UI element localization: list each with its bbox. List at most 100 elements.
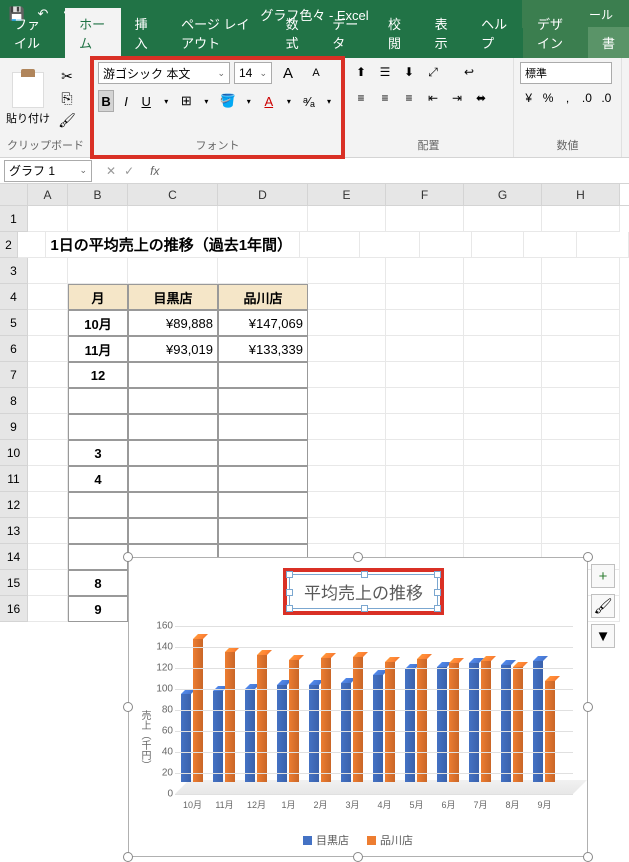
cell[interactable] bbox=[218, 388, 308, 414]
col-header[interactable]: F bbox=[386, 184, 464, 205]
cell[interactable] bbox=[218, 518, 308, 544]
bar[interactable] bbox=[533, 661, 543, 782]
cell[interactable] bbox=[218, 492, 308, 518]
col-header[interactable]: C bbox=[128, 184, 218, 205]
cell[interactable] bbox=[464, 414, 542, 440]
cell[interactable] bbox=[386, 258, 464, 284]
tab-page-layout[interactable]: ページ レイアウト bbox=[167, 8, 272, 58]
name-box[interactable]: グラフ 1 ⌄ bbox=[4, 160, 92, 182]
cell[interactable] bbox=[386, 518, 464, 544]
cell[interactable] bbox=[464, 336, 542, 362]
currency-icon[interactable]: ¥ bbox=[520, 88, 537, 108]
cell[interactable] bbox=[542, 258, 620, 284]
cell[interactable] bbox=[308, 284, 386, 310]
cell[interactable] bbox=[128, 466, 218, 492]
cell[interactable]: ¥133,339 bbox=[218, 336, 308, 362]
cell[interactable] bbox=[472, 232, 524, 258]
row-header[interactable]: 13 bbox=[0, 518, 28, 544]
bar[interactable] bbox=[373, 675, 383, 782]
resize-handle[interactable] bbox=[583, 702, 593, 712]
title-handle[interactable] bbox=[434, 605, 441, 612]
enter-formula-icon[interactable]: ✓ bbox=[124, 164, 134, 178]
cell[interactable] bbox=[542, 440, 620, 466]
cell[interactable] bbox=[464, 310, 542, 336]
bar[interactable] bbox=[257, 655, 267, 782]
cell[interactable] bbox=[28, 518, 68, 544]
plot-area[interactable] bbox=[175, 626, 573, 794]
legend-item[interactable]: 品川店 bbox=[367, 832, 413, 848]
cell[interactable]: 10月 bbox=[68, 310, 128, 336]
row-header[interactable]: 3 bbox=[0, 258, 28, 284]
col-header[interactable]: D bbox=[218, 184, 308, 205]
cell[interactable] bbox=[128, 492, 218, 518]
ruby-more-icon[interactable]: ▾ bbox=[321, 90, 337, 112]
cell[interactable] bbox=[218, 206, 308, 232]
cell[interactable] bbox=[542, 518, 620, 544]
wrap-text-icon[interactable]: ↩ bbox=[458, 62, 480, 82]
cell[interactable] bbox=[128, 518, 218, 544]
row-header[interactable]: 2 bbox=[0, 232, 18, 258]
cell[interactable] bbox=[308, 466, 386, 492]
tab-home[interactable]: ホーム bbox=[65, 8, 121, 58]
bar[interactable] bbox=[225, 652, 235, 782]
decrease-font-icon[interactable]: A bbox=[304, 62, 328, 84]
cell[interactable] bbox=[464, 518, 542, 544]
indent-decrease-icon[interactable]: ⇤ bbox=[422, 88, 444, 108]
cell[interactable]: ¥89,888 bbox=[128, 310, 218, 336]
cell[interactable] bbox=[28, 596, 68, 622]
row-header[interactable]: 16 bbox=[0, 596, 28, 622]
cell[interactable] bbox=[542, 284, 620, 310]
decrease-decimal-icon[interactable]: .0 bbox=[598, 88, 615, 108]
row-header[interactable]: 7 bbox=[0, 362, 28, 388]
cell[interactable]: 3 bbox=[68, 440, 128, 466]
bar[interactable] bbox=[469, 663, 479, 782]
chart-filter-button[interactable]: ▼ bbox=[591, 624, 615, 648]
cell[interactable] bbox=[218, 414, 308, 440]
cell[interactable] bbox=[28, 206, 68, 232]
tab-format[interactable]: 書 bbox=[588, 27, 629, 58]
cell[interactable] bbox=[28, 544, 68, 570]
row-header[interactable]: 11 bbox=[0, 466, 28, 492]
legend-item[interactable]: 目黒店 bbox=[303, 832, 349, 848]
title-handle[interactable] bbox=[286, 589, 293, 596]
cell[interactable] bbox=[308, 310, 386, 336]
color-more-icon[interactable]: ▾ bbox=[281, 90, 297, 112]
number-format-select[interactable]: 標準 bbox=[520, 62, 612, 84]
cell[interactable] bbox=[28, 336, 68, 362]
resize-handle[interactable] bbox=[583, 552, 593, 562]
align-center-icon[interactable]: ≡ bbox=[374, 88, 396, 108]
cell[interactable] bbox=[308, 388, 386, 414]
row-header[interactable]: 15 bbox=[0, 570, 28, 596]
borders-more-icon[interactable]: ▾ bbox=[198, 90, 214, 112]
cell[interactable] bbox=[300, 232, 360, 258]
orientation-icon[interactable]: ⤢ bbox=[422, 62, 444, 82]
cell[interactable] bbox=[542, 336, 620, 362]
bar[interactable] bbox=[405, 669, 415, 782]
resize-handle[interactable] bbox=[353, 852, 363, 862]
bar[interactable] bbox=[245, 689, 255, 782]
cell[interactable] bbox=[68, 518, 128, 544]
cell[interactable] bbox=[218, 258, 308, 284]
align-middle-icon[interactable]: ☰ bbox=[374, 62, 396, 82]
chart-styles-button[interactable]: 🖌 bbox=[591, 594, 615, 618]
tab-view[interactable]: 表示 bbox=[421, 8, 468, 58]
bar[interactable] bbox=[321, 658, 331, 782]
cell[interactable]: 品川店 bbox=[218, 284, 308, 310]
cell[interactable] bbox=[28, 492, 68, 518]
cell[interactable] bbox=[542, 310, 620, 336]
cell[interactable] bbox=[68, 544, 128, 570]
cell[interactable] bbox=[308, 336, 386, 362]
cell[interactable] bbox=[128, 388, 218, 414]
bar[interactable] bbox=[353, 657, 363, 782]
comma-icon[interactable]: , bbox=[559, 88, 576, 108]
cell[interactable] bbox=[386, 284, 464, 310]
bar[interactable] bbox=[501, 665, 511, 782]
cell[interactable] bbox=[68, 258, 128, 284]
paste-button[interactable]: 貼り付け bbox=[6, 72, 50, 126]
cell[interactable] bbox=[386, 336, 464, 362]
row-header[interactable]: 6 bbox=[0, 336, 28, 362]
row-header[interactable]: 8 bbox=[0, 388, 28, 414]
row-header[interactable]: 4 bbox=[0, 284, 28, 310]
title-handle[interactable] bbox=[361, 605, 368, 612]
bar[interactable] bbox=[513, 667, 523, 782]
